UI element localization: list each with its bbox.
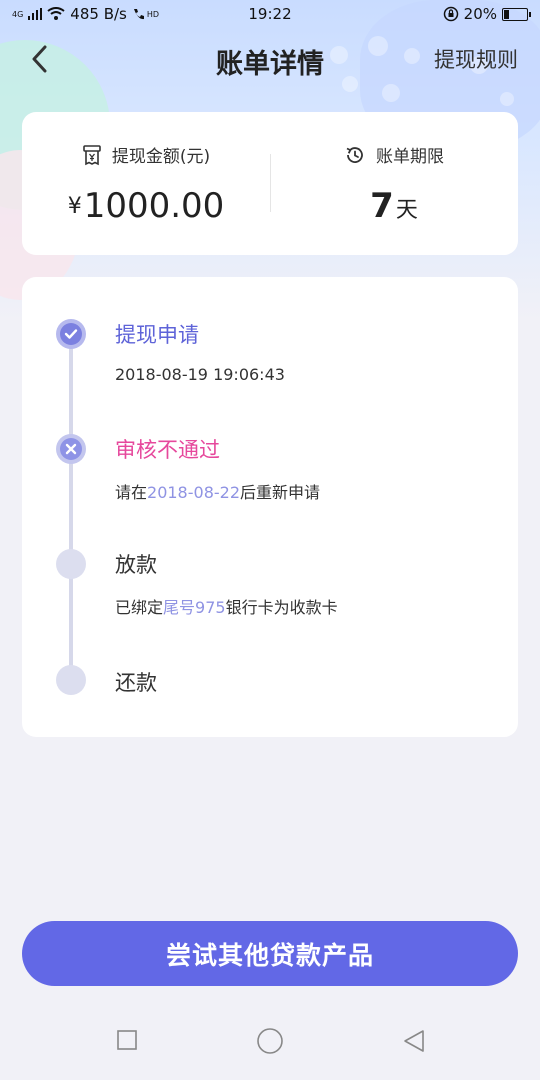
network-type-label: 4G <box>12 9 24 19</box>
home-icon[interactable] <box>256 1027 284 1055</box>
check-icon <box>64 329 78 339</box>
period-unit: 天 <box>395 198 418 223</box>
amount-section: 提现金额(元) ¥1000.00 <box>22 112 270 255</box>
status-bar: 4G 485 B/s HD 19:22 20% <box>0 0 540 28</box>
bill-summary-card: 提现金额(元) ¥1000.00 账单期限 7天 <box>22 112 518 255</box>
receipt-yen-icon <box>83 144 101 165</box>
step-failed-node <box>56 434 86 464</box>
signal-icon <box>28 8 43 20</box>
wifi-icon <box>47 7 65 20</box>
step-title: 还款 <box>115 671 157 695</box>
clock: 19:22 <box>248 5 292 23</box>
period-section: 账单期限 7天 <box>270 112 518 255</box>
step-description: 请在2018-08-22后重新申请 <box>115 479 320 503</box>
step-pending-node <box>56 549 86 579</box>
hd-label: HD <box>146 9 160 19</box>
amount-label: 提现金额(元) <box>111 147 211 167</box>
phone-hd-icon <box>133 9 144 20</box>
step-pending-node <box>56 665 86 695</box>
network-speed: 485 B/s <box>70 5 127 23</box>
description-text: 后重新申请 <box>240 483 321 502</box>
amount-value: 1000.00 <box>83 186 225 226</box>
reapply-date: 2018-08-22 <box>147 483 240 502</box>
nav-bar: 账单详情 提现规则 <box>0 28 540 90</box>
progress-timeline-card: 提现申请 2018-08-19 19:06:43 审核不通过 请在2018-08… <box>22 277 518 737</box>
description-text: 银行卡为收款卡 <box>225 598 338 617</box>
withdraw-rules-link[interactable]: 提现规则 <box>434 44 518 74</box>
battery-percent: 20% <box>463 5 497 23</box>
close-icon <box>65 443 77 455</box>
description-text: 请在 <box>115 483 148 502</box>
step-title: 提现申请 <box>115 323 199 347</box>
rotation-lock-icon <box>443 6 458 22</box>
battery-icon <box>502 7 531 21</box>
system-nav-bar <box>0 1005 540 1080</box>
clock-history-icon <box>346 146 363 163</box>
timeline-track <box>69 334 73 679</box>
back-triangle-icon[interactable] <box>402 1029 426 1053</box>
period-value: 7 <box>370 186 394 226</box>
card-tail-number: 尾号975 <box>163 598 226 617</box>
step-timestamp: 2018-08-19 19:06:43 <box>115 365 285 384</box>
recent-apps-icon[interactable] <box>116 1029 138 1051</box>
currency-symbol: ¥ <box>67 194 82 219</box>
description-text: 已绑定 <box>115 598 164 617</box>
step-title: 放款 <box>115 553 157 577</box>
try-other-loans-button[interactable]: 尝试其他贷款产品 <box>22 921 518 986</box>
step-description: 已绑定尾号975银行卡为收款卡 <box>115 594 338 618</box>
step-title: 审核不通过 <box>115 438 220 462</box>
period-label: 账单期限 <box>376 147 444 167</box>
step-done-node <box>56 319 86 349</box>
